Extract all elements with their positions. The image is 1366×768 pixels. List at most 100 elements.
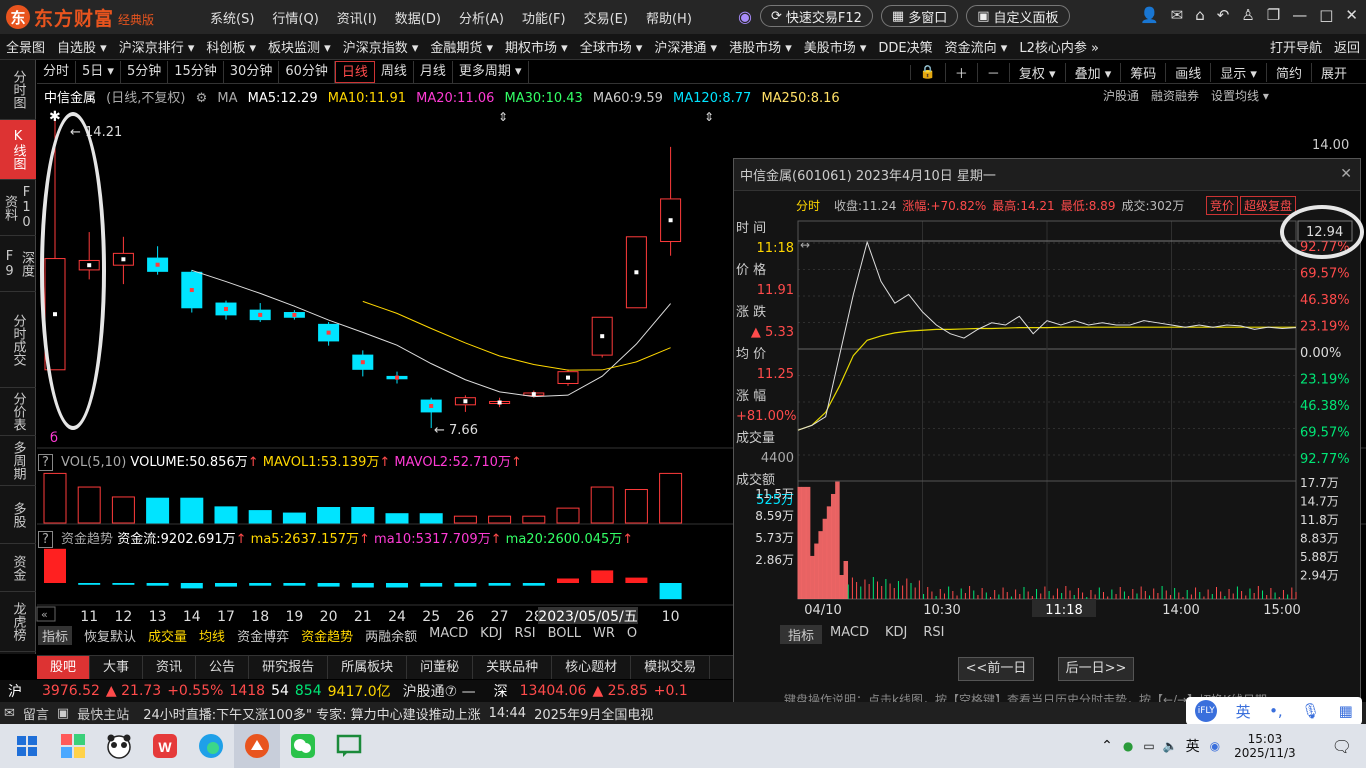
- candle-marker: [258, 312, 263, 317]
- battery-icon[interactable]: ▭: [1143, 739, 1154, 753]
- ime-toolbar: iFLY 英 •, 🎙 ▦: [1186, 697, 1362, 725]
- volume-icon[interactable]: 🔈: [1163, 739, 1178, 753]
- eastmoney-app-icon[interactable]: [234, 724, 280, 768]
- subtab-10[interactable]: BOLL: [548, 626, 581, 645]
- fund-bar: [488, 583, 511, 586]
- subtab-7[interactable]: MACD: [429, 626, 468, 645]
- help-icon[interactable]: ?: [38, 531, 53, 548]
- sh-label: 沪: [8, 684, 22, 700]
- vol-axis-left: 8.59万: [755, 509, 794, 523]
- system-tray: ⌃ ● ▭ 🔈 英 ◉ 15:03 2025/11/3 🗨: [1101, 724, 1366, 768]
- subtab-4[interactable]: 资金博弈: [237, 626, 289, 645]
- subtab-11[interactable]: WR: [593, 626, 615, 645]
- ime-menu-icon[interactable]: ▦: [1339, 702, 1353, 720]
- bottom-tab-1[interactable]: 大事: [90, 656, 144, 679]
- resize-icon[interactable]: ↔: [800, 238, 810, 252]
- bottom-tab-9[interactable]: 模拟交易: [631, 656, 711, 679]
- bottom-tab-0[interactable]: 股吧: [37, 656, 91, 679]
- event-marker-icon[interactable]: б: [50, 431, 58, 446]
- hgt-label[interactable]: 沪股通⑦ —: [403, 681, 476, 701]
- auction-button[interactable]: 竞价: [1206, 195, 1239, 215]
- fund-bar: [557, 578, 579, 583]
- notification-icon[interactable]: 🗨: [1332, 737, 1352, 756]
- prev-day-button[interactable]: <<前一日: [958, 657, 1034, 681]
- popup-indicator-1[interactable]: MACD: [822, 625, 877, 644]
- subtab-8[interactable]: KDJ: [480, 626, 502, 645]
- subtab-6[interactable]: 两融余额: [365, 626, 417, 645]
- language-indicator[interactable]: 英: [1186, 736, 1200, 756]
- fund-bar: [386, 583, 408, 588]
- candle-marker: [566, 375, 570, 380]
- news-ticker[interactable]: 24小时直播:下午又涨100多" 专家: 算力中心建设推动上涨: [143, 704, 480, 723]
- pct-axis-label: 46.38%: [1300, 399, 1350, 414]
- indicator-tabs: 指标 恢复默认 成交量 均线 资金博弈 资金趋势 两融余额 MACD KDJ RSI BOLL WR O: [38, 626, 637, 645]
- ime-lang[interactable]: 英: [1236, 701, 1251, 722]
- star-icon: ✱: [49, 109, 61, 125]
- popup-tab-label[interactable]: 分时: [796, 197, 820, 214]
- help-icon[interactable]: ?: [38, 454, 53, 471]
- popup-indicator-2[interactable]: KDJ: [877, 625, 915, 644]
- scroll-left-glyph: «: [41, 608, 48, 621]
- volume-bar: [317, 507, 341, 524]
- bottom-tab-3[interactable]: 公告: [196, 656, 250, 679]
- security-icon[interactable]: ●: [1123, 739, 1133, 753]
- fast-server[interactable]: 最快主站: [77, 704, 129, 723]
- intraday-volume-bar: [797, 486, 802, 599]
- mavol1-value: MAVOL1:53.139万: [262, 455, 380, 470]
- pct-axis-label: 23.19%: [1300, 320, 1350, 335]
- intraday-volume-bar: [818, 531, 823, 599]
- bottom-tab-7[interactable]: 关联品种: [473, 656, 553, 679]
- chevron-up-icon[interactable]: ⌃: [1101, 738, 1113, 754]
- windows-start-icon[interactable]: [4, 724, 50, 768]
- bottom-tab-6[interactable]: 问董秘: [407, 656, 474, 679]
- edge-browser-icon[interactable]: [188, 724, 234, 768]
- subtab-12[interactable]: O: [627, 626, 637, 645]
- subtab-5[interactable]: 资金趋势: [301, 626, 353, 645]
- wps-app-icon[interactable]: W: [142, 724, 188, 768]
- highlight-circle: [40, 112, 106, 430]
- x-tick-label: 18: [251, 609, 269, 625]
- photos-app-icon[interactable]: [50, 724, 96, 768]
- popup-header: 中信金属(601061) 2023年4月10日 星期一: [734, 159, 1360, 191]
- candle-marker: [155, 262, 160, 267]
- subtab-2[interactable]: 成交量: [148, 626, 187, 645]
- popup-indicator-3[interactable]: RSI: [915, 625, 952, 644]
- popup-title: 中信金属(601061) 2023年4月10日 星期一: [740, 169, 996, 184]
- intraday-volume-bar: [814, 543, 819, 599]
- fund-ma5: ma5:2637.157万: [250, 532, 359, 547]
- ifly-tray-icon[interactable]: ◉: [1210, 739, 1220, 753]
- bottom-tab-8[interactable]: 核心题材: [552, 656, 632, 679]
- ime-dots-icon[interactable]: •,: [1269, 702, 1283, 720]
- message-link[interactable]: 留言: [23, 704, 49, 723]
- close-icon[interactable]: ✕: [1340, 166, 1352, 182]
- popup-indicator-0[interactable]: 指标: [780, 625, 823, 644]
- panda-app-icon[interactable]: [96, 724, 142, 768]
- message-icon[interactable]: ✉: [4, 706, 15, 721]
- next-day-button[interactable]: 后一日>>: [1058, 657, 1134, 681]
- candle-marker: [497, 400, 502, 405]
- x-tick-label: 17: [217, 609, 235, 625]
- volume-bar: [590, 486, 614, 524]
- event-arrow-icon[interactable]: ⇕: [704, 110, 714, 124]
- event-arrow-icon[interactable]: ⇕: [498, 110, 508, 124]
- bottom-tabs: 股吧 大事 资讯 公告 研究报告 所属板块 问董秘 关联品种 核心题材 模拟交易: [37, 655, 733, 679]
- news-ticker-2[interactable]: 2025年9月全国电视: [534, 704, 653, 723]
- low-price-label: ← 7.66: [434, 423, 478, 438]
- ime-logo-icon[interactable]: iFLY: [1195, 700, 1218, 722]
- chat-app-icon[interactable]: [326, 724, 372, 768]
- intraday-volume-bar: [835, 481, 840, 599]
- wechat-app-icon[interactable]: [280, 724, 326, 768]
- subtab-9[interactable]: RSI: [514, 626, 535, 645]
- clock[interactable]: 15:03 2025/11/3: [1234, 732, 1296, 760]
- candle-marker: [224, 306, 228, 311]
- subtab-3[interactable]: 均线: [199, 626, 225, 645]
- bottom-tab-4[interactable]: 研究报告: [249, 656, 329, 679]
- subtab-1[interactable]: 恢复默认: [84, 626, 136, 645]
- volume-bar: [282, 512, 306, 524]
- microphone-icon[interactable]: 🎙: [1301, 702, 1320, 720]
- subtab-0[interactable]: 指标: [38, 626, 73, 645]
- super-replay-button[interactable]: 超级复盘: [1240, 195, 1297, 215]
- fund-legend: ? 资金趋势 资金流:9202.691万↑ ma5:2637.157万↑ ma1…: [38, 528, 633, 548]
- bottom-tab-5[interactable]: 所属板块: [328, 656, 408, 679]
- bottom-tab-2[interactable]: 资讯: [143, 656, 197, 679]
